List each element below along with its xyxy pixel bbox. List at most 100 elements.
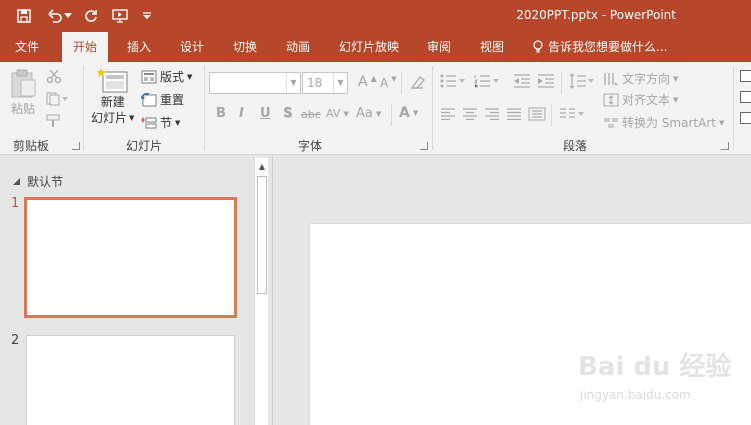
chevron-down-icon: ▼ (343, 109, 349, 118)
save-icon[interactable] (13, 5, 35, 27)
justify-icon[interactable] (506, 108, 522, 120)
font-size-combo[interactable]: 18 ▼ (302, 72, 348, 94)
baidu-watermark: Bai du 经验 jingyan.baidu.com (578, 346, 732, 408)
text-direction-button[interactable]: 文字方向 ▼ (603, 70, 678, 87)
paste-icon (11, 69, 36, 98)
tab-transitions[interactable]: 切换 (222, 32, 268, 62)
shape-gallery-item[interactable] (740, 112, 751, 124)
italic-button[interactable]: I (239, 106, 244, 121)
mini-divider (391, 104, 392, 126)
paste-label: 粘贴 (10, 102, 35, 116)
font-launcher-icon[interactable] (420, 142, 428, 150)
tab-animations[interactable]: 动画 (275, 32, 321, 62)
character-spacing-button[interactable]: AV ▼ (326, 107, 349, 120)
align-right-icon[interactable] (484, 108, 500, 120)
tell-me-search[interactable]: 告诉我您想要做什么... (532, 32, 667, 62)
new-slide-label-1: 新建 (100, 95, 125, 109)
font-color-button[interactable]: A ▼ (399, 105, 418, 121)
new-slide-icon (96, 68, 128, 93)
bullets-button[interactable] (440, 74, 466, 88)
tab-view[interactable]: 视图 (469, 32, 515, 62)
chevron-down-icon: ▼ (718, 118, 725, 127)
tab-design[interactable]: 设计 (169, 32, 215, 62)
window-title: 2020PPT.pptx - PowerPoint (516, 8, 676, 22)
group-divider (432, 66, 433, 150)
chevron-down-icon: ▼ (673, 74, 679, 83)
thumbnail-scrollbar[interactable]: ▲ (254, 158, 268, 425)
bold-button[interactable]: B (216, 106, 226, 121)
line-spacing-icon (569, 73, 594, 89)
reset-button[interactable]: 重置 (141, 91, 184, 108)
distributed-icon[interactable] (528, 107, 546, 121)
scroll-up-icon[interactable]: ▲ (255, 158, 269, 174)
font-color-glyph: A (399, 105, 410, 121)
font-name-combo[interactable]: ▼ (209, 72, 301, 94)
tell-me-text: 告诉我您想要做什么... (548, 40, 668, 54)
shrink-font-button[interactable]: A ▼ (380, 75, 397, 90)
character-spacing-glyph: AV (326, 107, 341, 120)
tab-review[interactable]: 审阅 (416, 32, 462, 62)
change-case-glyph: Aa (356, 106, 373, 121)
underline-button[interactable]: U (260, 106, 271, 121)
new-slide-label-2: 幻灯片 (91, 111, 128, 125)
section-header[interactable]: 默认节 (12, 173, 63, 190)
slide-thumbnail-2[interactable] (26, 335, 235, 425)
paste-button[interactable]: 粘贴 (9, 68, 37, 117)
paragraph-launcher-icon[interactable] (721, 142, 729, 150)
chevron-down-icon: ▼ (673, 95, 679, 104)
lightbulb-icon (533, 40, 543, 53)
customize-dropdown-icon[interactable] (140, 5, 154, 27)
slide-number: 2 (11, 333, 20, 348)
decrease-indent-icon[interactable] (513, 74, 531, 88)
line-spacing-button[interactable] (569, 73, 595, 89)
chevron-down-icon: ▼ (286, 73, 300, 93)
clipboard-group-label: 剪贴板 (13, 139, 50, 153)
shadow-button[interactable]: S (283, 106, 292, 121)
change-case-button[interactable]: Aa ▼ (356, 106, 381, 121)
smartart-icon (604, 117, 618, 128)
text-direction-label: 文字方向 (622, 72, 671, 86)
layout-label: 版式 (160, 70, 185, 84)
shrink-font-glyph: A (380, 76, 389, 90)
align-left-icon[interactable] (440, 108, 456, 120)
numbering-button[interactable] (474, 74, 500, 88)
clipboard-launcher-icon[interactable] (72, 142, 80, 150)
align-center-icon[interactable] (462, 108, 478, 120)
section-button[interactable]: 节 ▼ (141, 114, 180, 131)
columns-button[interactable] (559, 107, 585, 121)
shape-gallery-item[interactable] (740, 91, 751, 103)
new-slide-button[interactable]: 新建 幻灯片 ▼ (91, 68, 134, 126)
convert-smartart-label: 转换为 SmartArt (622, 116, 716, 130)
slideshow-from-start-icon[interactable] (109, 5, 131, 27)
grow-font-button[interactable]: A ▲ (358, 74, 377, 91)
shrink-arrow-icon: ▼ (391, 75, 397, 83)
scroll-thumb[interactable] (257, 176, 267, 294)
convert-smartart-button[interactable]: 转换为 SmartArt ▼ (603, 114, 724, 131)
chevron-down-icon: ▼ (412, 109, 419, 117)
mini-divider (401, 72, 402, 94)
reset-label: 重置 (160, 93, 185, 107)
redo-icon[interactable] (80, 5, 102, 27)
collapse-triangle-icon (13, 178, 20, 185)
slide-thumbnail-pane: 默认节 1 2 ▲ (0, 156, 270, 425)
undo-dropdown-icon[interactable] (62, 5, 74, 27)
layout-button[interactable]: 版式 ▼ (141, 68, 192, 85)
shape-gallery-item[interactable] (740, 70, 751, 82)
tab-slideshow[interactable]: 幻灯片放映 (334, 32, 404, 62)
section-name: 默认节 (27, 175, 64, 189)
tab-insert[interactable]: 插入 (116, 32, 162, 62)
align-text-label: 对齐文本 (622, 93, 671, 107)
format-painter-icon[interactable] (46, 114, 62, 128)
align-text-button[interactable]: 对齐文本 ▼ (603, 91, 678, 108)
slides-group-label: 幻灯片 (126, 139, 163, 153)
tab-home[interactable]: 开始 (62, 32, 108, 62)
copy-icon[interactable] (46, 92, 68, 106)
slide-thumbnail-1[interactable] (24, 197, 237, 318)
tab-file[interactable]: 文件 (4, 32, 50, 62)
increase-indent-icon[interactable] (537, 74, 555, 88)
numbering-icon (474, 75, 499, 88)
reset-icon (141, 92, 157, 106)
cut-icon[interactable] (46, 68, 62, 84)
clear-formatting-icon[interactable] (409, 74, 427, 90)
strikethrough-button[interactable]: abc (301, 108, 321, 121)
